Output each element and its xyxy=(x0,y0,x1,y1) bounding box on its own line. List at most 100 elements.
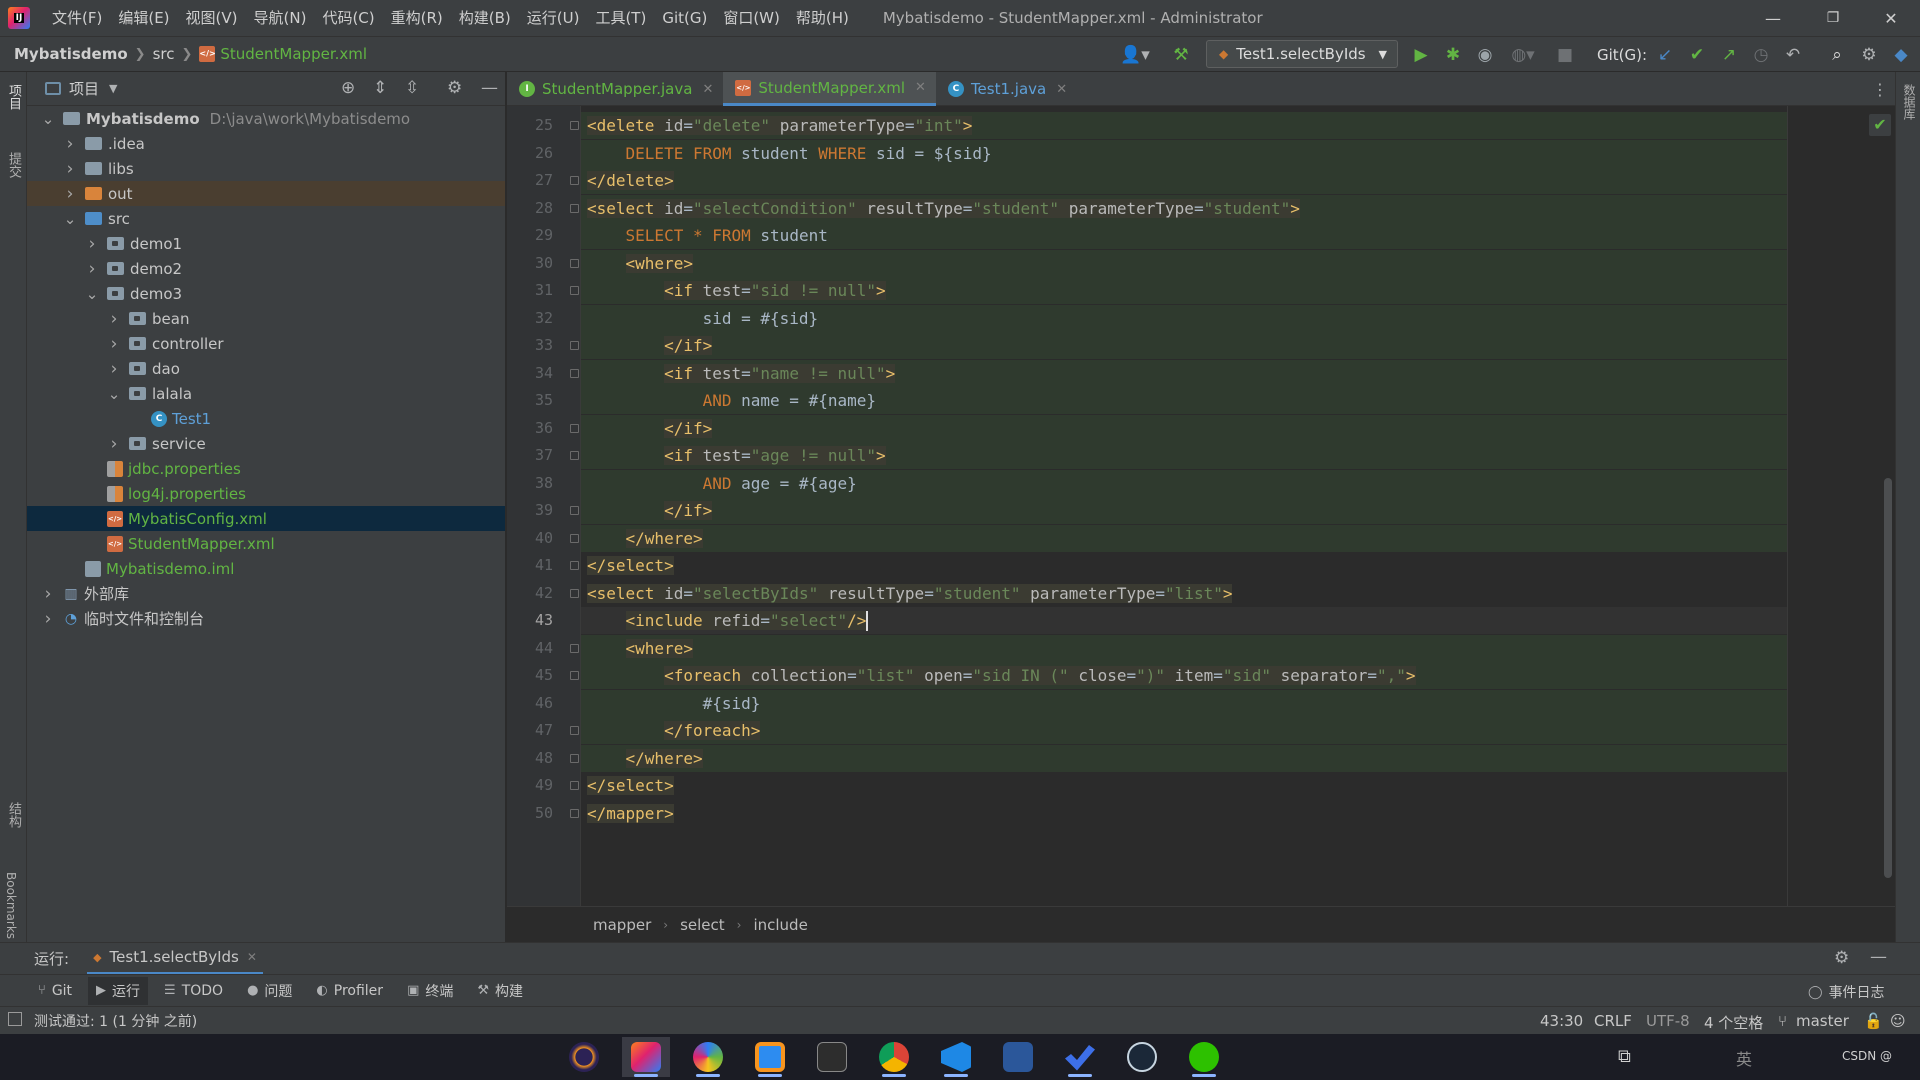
menu-item[interactable]: 帮助(H) xyxy=(788,0,857,36)
breadcrumb-item[interactable]: mapper xyxy=(593,916,651,934)
editor-tab[interactable]: C Test1.java ✕ xyxy=(936,72,1077,106)
code-line[interactable]: </if> xyxy=(587,497,713,524)
chevron-down-icon[interactable]: ⌄ xyxy=(41,110,55,128)
fold-marker-icon[interactable] xyxy=(570,588,579,598)
taskbar-app-app4[interactable] xyxy=(746,1037,794,1077)
code-line[interactable]: AND name = #{name} xyxy=(587,387,876,414)
settings-gear-icon[interactable]: ⚙ xyxy=(1858,44,1880,66)
menu-item[interactable]: Git(G) xyxy=(654,0,715,36)
profile-icon[interactable]: ◍▾ xyxy=(1506,44,1540,66)
tool-window-button[interactable]: ● 问题 xyxy=(247,981,292,1001)
fold-marker-icon[interactable] xyxy=(570,808,579,818)
tree-item[interactable]: ⌄ Mybatisdemo D:\java\work\Mybatisdemo xyxy=(27,106,505,131)
hide-panel-icon[interactable]: — xyxy=(1870,947,1887,967)
code-line[interactable]: <delete id="delete" parameterType="int"> xyxy=(587,112,973,139)
tree-item[interactable]: › demo2 xyxy=(27,256,505,281)
tree-item[interactable]: log4j.properties xyxy=(27,481,505,506)
fold-marker-icon[interactable] xyxy=(570,451,579,460)
rollback-icon[interactable]: ↶ xyxy=(1782,44,1804,66)
vertical-scrollbar[interactable] xyxy=(1884,478,1892,878)
tree-item[interactable]: C Test1 xyxy=(27,406,505,431)
tree-item[interactable]: › bean xyxy=(27,306,505,331)
chevron-right-icon[interactable]: › xyxy=(85,234,99,254)
close-icon[interactable]: ✕ xyxy=(247,950,257,964)
menu-item[interactable]: 导航(N) xyxy=(246,0,315,36)
chevron-right-icon[interactable]: › xyxy=(63,184,77,204)
code-line[interactable]: sid = #{sid} xyxy=(587,305,819,332)
git-branch[interactable]: master xyxy=(1796,1012,1849,1030)
taskbar-app-word[interactable] xyxy=(994,1037,1042,1077)
git-push-icon[interactable]: ↗ xyxy=(1718,44,1740,66)
menu-item[interactable]: 工具(T) xyxy=(587,0,654,36)
settings-gear-icon[interactable]: ⚙ xyxy=(1834,948,1849,968)
caret-position[interactable]: 43:30 xyxy=(1540,1012,1583,1030)
tree-item[interactable]: ⌄ lalala xyxy=(27,381,505,406)
tree-item[interactable]: › controller xyxy=(27,331,505,356)
file-encoding[interactable]: UTF-8 xyxy=(1646,1012,1690,1030)
menu-item[interactable]: 运行(U) xyxy=(519,0,588,36)
commit-tool-button[interactable]: 提交 xyxy=(4,152,23,178)
fold-marker-icon[interactable] xyxy=(570,121,579,130)
fold-marker-icon[interactable] xyxy=(570,368,579,378)
code-line[interactable]: </if> xyxy=(587,415,713,442)
close-icon[interactable]: ✕ xyxy=(702,82,713,97)
debug-icon[interactable]: ✱ xyxy=(1442,44,1464,66)
tree-item[interactable]: › out xyxy=(27,181,505,206)
task-view-icon[interactable]: ⧉ xyxy=(1618,1046,1631,1067)
tree-item[interactable]: › ◔ 临时文件和控制台 xyxy=(27,606,505,631)
code-line[interactable]: SELECT * FROM student xyxy=(587,222,828,249)
code-line[interactable]: <if test="sid != null"> xyxy=(587,277,886,304)
breadcrumb-item[interactable]: select xyxy=(680,916,725,934)
code-line[interactable]: </mapper> xyxy=(587,800,674,827)
fold-marker-icon[interactable] xyxy=(570,423,579,433)
inspection-ok-icon[interactable]: ✔ xyxy=(1869,114,1891,136)
fold-marker-icon[interactable] xyxy=(570,203,579,213)
menu-item[interactable]: 编辑(E) xyxy=(110,0,177,36)
nav-crumb-file[interactable]: StudentMapper.xml xyxy=(220,45,367,63)
tree-item[interactable]: › libs xyxy=(27,156,505,181)
code-line[interactable]: <if test="name != null"> xyxy=(587,360,896,387)
run-tab[interactable]: ◆ Test1.selectByIds ✕ xyxy=(87,943,263,975)
database-tool-button[interactable]: 数据库 xyxy=(1901,84,1918,120)
search-icon[interactable]: ⌕ xyxy=(1826,44,1848,66)
event-log-button[interactable]: ◯ 事件日志 xyxy=(1808,982,1885,1002)
close-button[interactable]: ✕ xyxy=(1862,0,1920,36)
taskbar-app-terminal[interactable] xyxy=(808,1037,856,1077)
chevron-right-icon[interactable]: › xyxy=(107,359,121,379)
tool-window-button[interactable]: ⚒ 构建 xyxy=(477,981,523,1001)
bookmarks-tool-button[interactable]: Bookmarks xyxy=(4,872,18,939)
close-icon[interactable]: ✕ xyxy=(1056,82,1067,97)
more-tabs-icon[interactable]: ⋮ xyxy=(1872,80,1888,99)
fold-marker-icon[interactable] xyxy=(570,286,579,295)
taskbar-app-chrome[interactable] xyxy=(870,1037,918,1077)
tree-item[interactable]: </> StudentMapper.xml xyxy=(27,531,505,556)
chevron-right-icon[interactable]: › xyxy=(107,334,121,354)
code-line[interactable]: <where> xyxy=(587,250,693,277)
lock-icon[interactable]: 🔓 xyxy=(1864,1012,1883,1030)
user-icon[interactable]: 👤▾ xyxy=(1118,44,1152,66)
editor-tab[interactable]: I StudentMapper.java ✕ xyxy=(507,72,723,106)
nav-crumb-src[interactable]: src xyxy=(153,45,175,63)
collapse-all-icon[interactable]: ⇳ xyxy=(405,78,419,98)
menu-item[interactable]: 窗口(W) xyxy=(715,0,788,36)
fold-marker-icon[interactable] xyxy=(570,643,579,653)
code-line[interactable]: <foreach collection="list" open="sid IN … xyxy=(587,662,1416,689)
line-separator[interactable]: CRLF xyxy=(1594,1012,1632,1030)
menu-item[interactable]: 重构(R) xyxy=(383,0,451,36)
fold-marker-icon[interactable] xyxy=(570,726,579,735)
taskbar-app-wechat[interactable] xyxy=(1180,1037,1228,1077)
code-line[interactable]: </where> xyxy=(587,525,703,552)
tool-window-button[interactable]: ▣ 终端 xyxy=(407,981,453,1001)
tree-item[interactable]: › demo1 xyxy=(27,231,505,256)
tree-item[interactable]: › dao xyxy=(27,356,505,381)
code-line[interactable]: </foreach> xyxy=(587,717,761,744)
fold-marker-icon[interactable] xyxy=(570,176,579,185)
menu-item[interactable]: 文件(F) xyxy=(44,0,110,36)
minimize-button[interactable]: — xyxy=(1744,0,1802,36)
code-line[interactable]: <where> xyxy=(587,635,693,662)
locate-file-icon[interactable]: ⊕ xyxy=(341,78,355,98)
taskbar-app-app3[interactable] xyxy=(684,1037,732,1077)
hide-panel-icon[interactable]: — xyxy=(481,78,498,98)
input-method-icon[interactable]: 英 xyxy=(1736,1046,1752,1070)
tree-item[interactable]: Mybatisdemo.iml xyxy=(27,556,505,581)
